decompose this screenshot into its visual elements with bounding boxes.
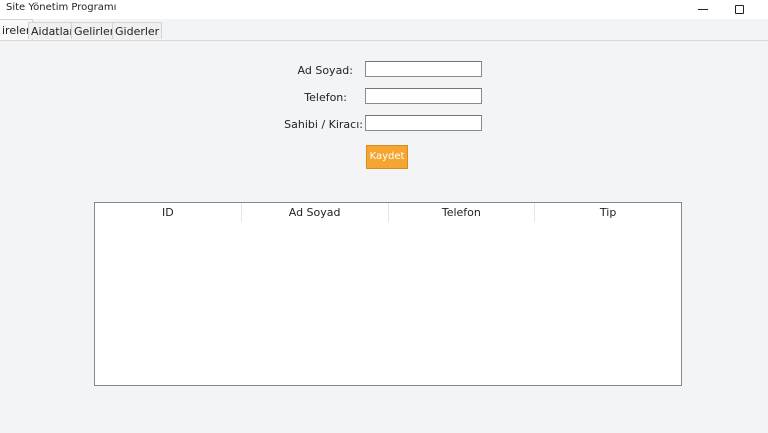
table-header: ID Ad Soyad Telefon Tip bbox=[95, 203, 681, 222]
owner-tenant-label: Sahibi / Kiracı: bbox=[284, 118, 363, 131]
column-header-phone[interactable]: Telefon bbox=[389, 203, 536, 222]
column-header-name[interactable]: Ad Soyad bbox=[242, 203, 389, 222]
save-button[interactable]: Kaydet bbox=[366, 145, 408, 169]
tab-gelirler[interactable]: Gelirler bbox=[71, 22, 118, 39]
residents-table[interactable]: ID Ad Soyad Telefon Tip bbox=[94, 202, 682, 386]
column-header-type[interactable]: Tip bbox=[535, 203, 681, 222]
tab-content: Ad Soyad: Telefon: Sahibi / Kiracı: Kayd… bbox=[0, 41, 768, 433]
title-bar: Site Yönetim Programı bbox=[0, 0, 768, 19]
maximize-button[interactable] bbox=[721, 0, 757, 19]
maximize-icon bbox=[734, 5, 744, 14]
tab-bar: ireler Aidatlar Gelirler Giderler bbox=[0, 19, 768, 41]
minimize-button[interactable] bbox=[685, 0, 721, 19]
window-title: Site Yönetim Programı bbox=[6, 2, 117, 13]
tab-aidatlar[interactable]: Aidatlar bbox=[28, 22, 77, 39]
phone-field[interactable] bbox=[365, 88, 482, 104]
name-field[interactable] bbox=[365, 61, 482, 77]
app-window: Site Yönetim Programı ireler Aidatlar Ge… bbox=[0, 0, 768, 433]
name-label: Ad Soyad: bbox=[297, 64, 353, 77]
column-header-id[interactable]: ID bbox=[95, 203, 242, 222]
owner-tenant-field[interactable] bbox=[365, 115, 482, 131]
tab-giderler[interactable]: Giderler bbox=[112, 22, 163, 39]
phone-label: Telefon: bbox=[304, 91, 347, 104]
minimize-icon bbox=[698, 9, 708, 10]
